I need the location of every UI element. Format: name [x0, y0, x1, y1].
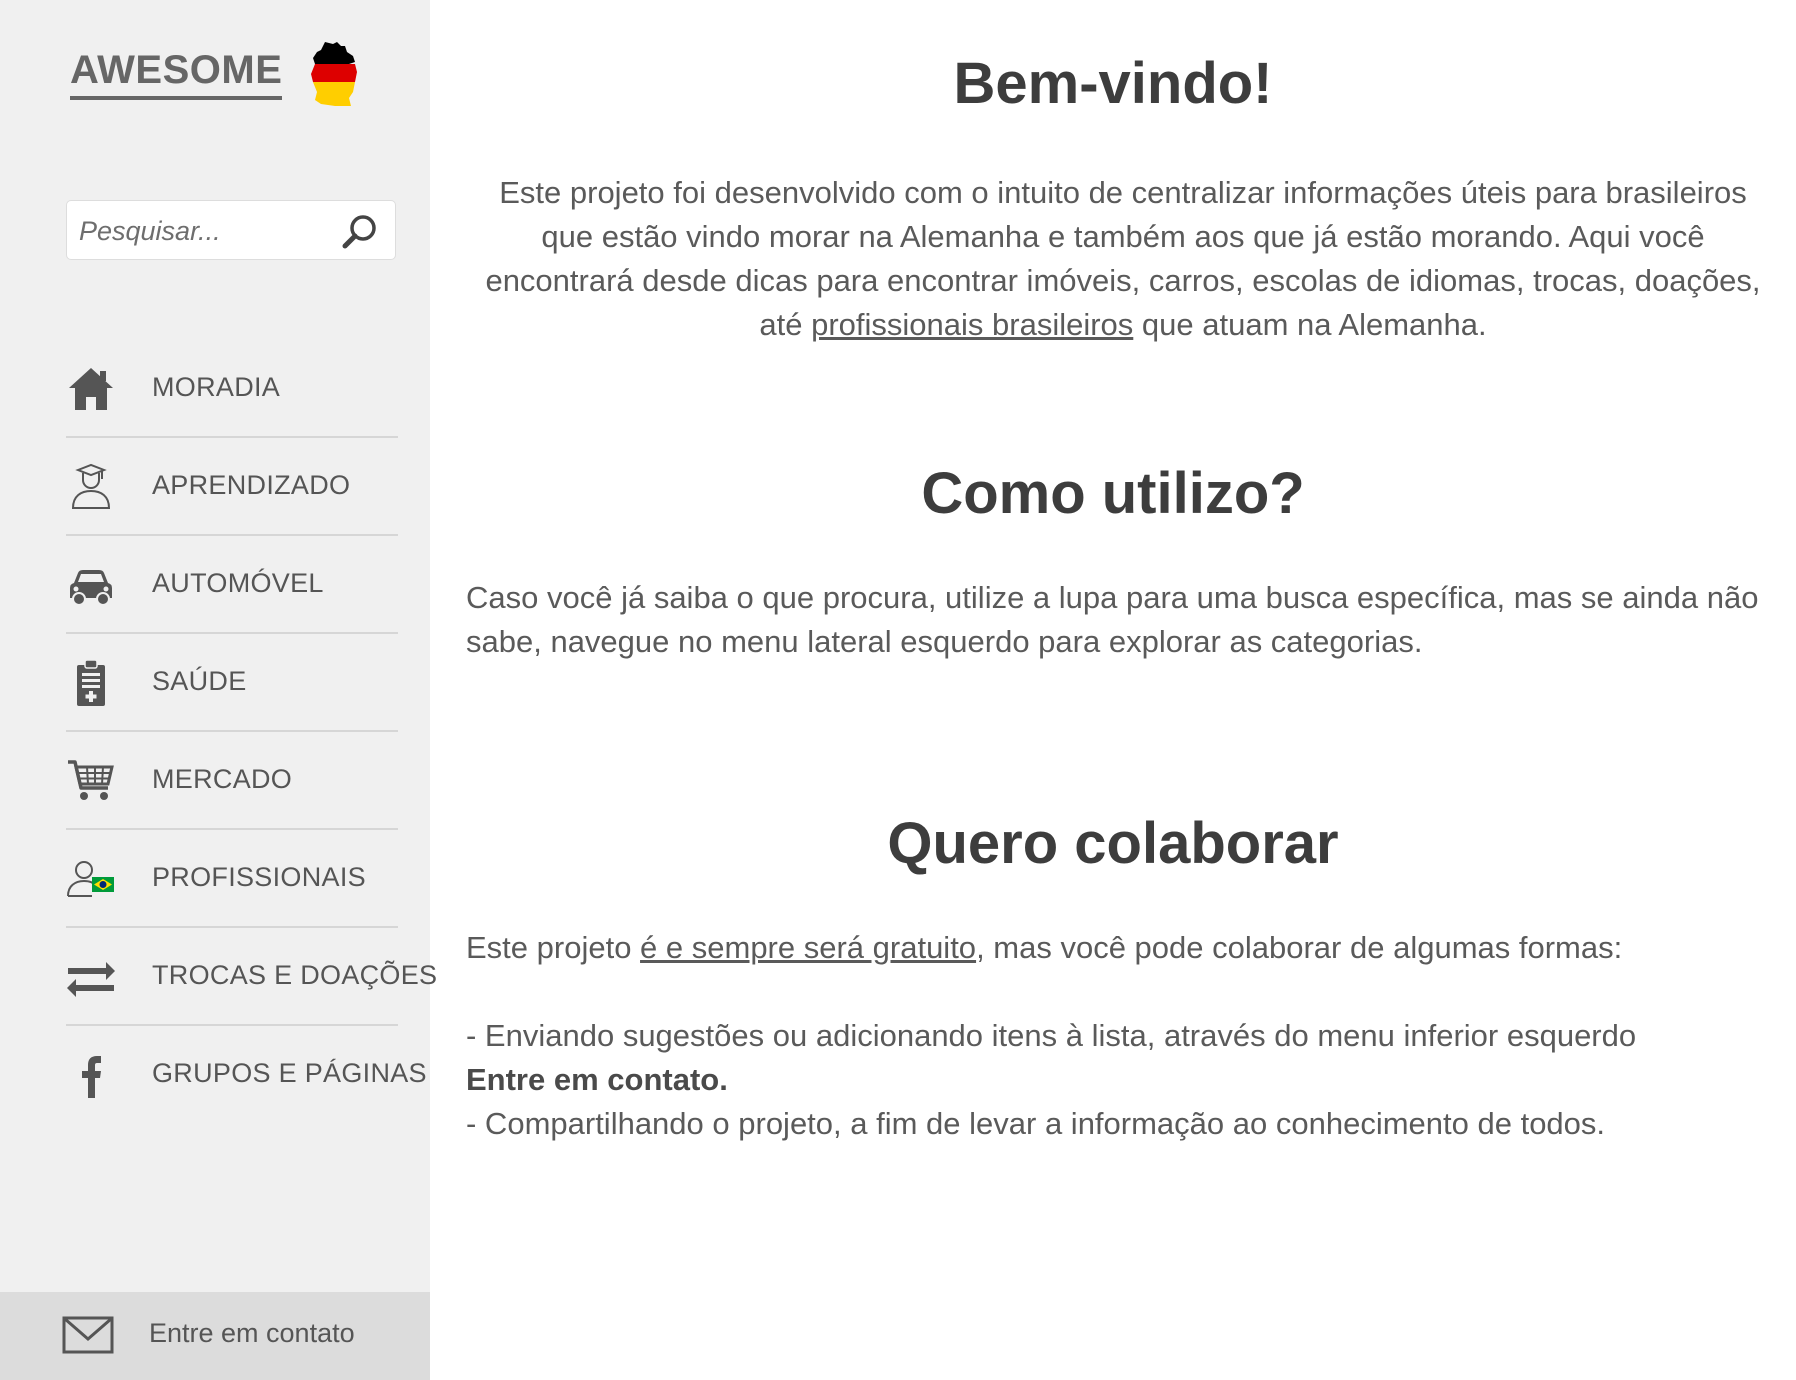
car-icon — [70, 570, 112, 606]
collaborate-list: - Enviando sugestões ou adicionando iten… — [466, 1014, 1786, 1146]
sidebar-item-saude[interactable]: SAÚDE — [66, 634, 398, 732]
welcome-title: Bem-vindo! — [953, 51, 1273, 116]
contact-label: Entre em contato — [149, 1318, 355, 1348]
exchange-arrows-icon — [67, 962, 115, 997]
germany-map-icon — [311, 42, 357, 106]
professional-brazil-icon — [67, 861, 114, 897]
sidebar-item-label: AUTOMÓVEL — [152, 568, 324, 598]
sidebar: AWESOME MORADIA A — [0, 0, 437, 1380]
sidebar-item-aprendizado[interactable]: APRENDIZADO — [66, 438, 398, 536]
sidebar-item-label: APRENDIZADO — [152, 470, 351, 500]
professionals-link[interactable]: profissionais brasileiros — [811, 307, 1133, 342]
collaborate-intro-end: , mas você pode colaborar de algumas for… — [976, 930, 1623, 965]
sidebar-item-label: GRUPOS E PÁGINAS — [152, 1058, 427, 1088]
collaborate-item-share: - Compartilhando o projeto, a fim de lev… — [466, 1106, 1606, 1141]
search-icon[interactable] — [341, 213, 379, 251]
sidebar-item-label: TROCAS E DOAÇÕES — [152, 960, 438, 990]
sidebar-item-moradia[interactable]: MORADIA — [66, 340, 398, 438]
collaborate-intro: Este projeto é e sempre será gratuito, m… — [466, 926, 1786, 970]
sidebar-item-grupos[interactable]: GRUPOS E PÁGINAS — [66, 1026, 427, 1124]
facebook-icon — [82, 1056, 101, 1098]
search-box — [66, 200, 396, 261]
search-input[interactable] — [77, 201, 331, 261]
sidebar-item-label: SAÚDE — [152, 666, 247, 696]
welcome-text-end: que atuam na Alemanha. — [1133, 307, 1487, 342]
collaborate-intro-start: Este projeto — [466, 930, 641, 965]
howto-title: Como utilizo? — [921, 461, 1305, 526]
mail-icon — [62, 1316, 114, 1354]
sidebar-item-label: MERCADO — [152, 764, 293, 794]
howto-text: Caso você já saiba o que procura, utiliz… — [466, 580, 1759, 659]
collaborate-title: Quero colaborar — [887, 811, 1339, 876]
main-content: Bem-vindo! Este projeto foi desenvolvido… — [430, 0, 1796, 1380]
shopping-cart-icon — [68, 760, 114, 800]
home-icon — [69, 368, 113, 410]
sidebar-item-mercado[interactable]: MERCADO — [66, 732, 398, 830]
free-project-link[interactable]: é e sempre será gratuito — [640, 930, 976, 965]
sidebar-nav: MORADIA APRENDIZADO AUTOMÓVEL SAÚDE MERC… — [66, 340, 437, 1124]
sidebar-item-trocas[interactable]: TROCAS E DOAÇÕES — [66, 928, 437, 1026]
welcome-text: Este projeto foi desenvolvido com o intu… — [475, 171, 1771, 347]
clipboard-medical-icon — [77, 659, 105, 706]
collaborate-item-suggestions: - Enviando sugestões ou adicionando iten… — [466, 1018, 1637, 1053]
sidebar-item-profissionais[interactable]: PROFISSIONAIS — [66, 830, 398, 928]
sidebar-item-label: PROFISSIONAIS — [152, 862, 366, 892]
sidebar-item-automovel[interactable]: AUTOMÓVEL — [66, 536, 398, 634]
contact-reference: Entre em contato. — [466, 1062, 728, 1097]
graduate-icon — [71, 463, 111, 509]
contact-button[interactable]: Entre em contato — [0, 1292, 430, 1380]
sidebar-item-label: MORADIA — [152, 372, 281, 402]
logo-text[interactable]: AWESOME — [70, 48, 283, 100]
